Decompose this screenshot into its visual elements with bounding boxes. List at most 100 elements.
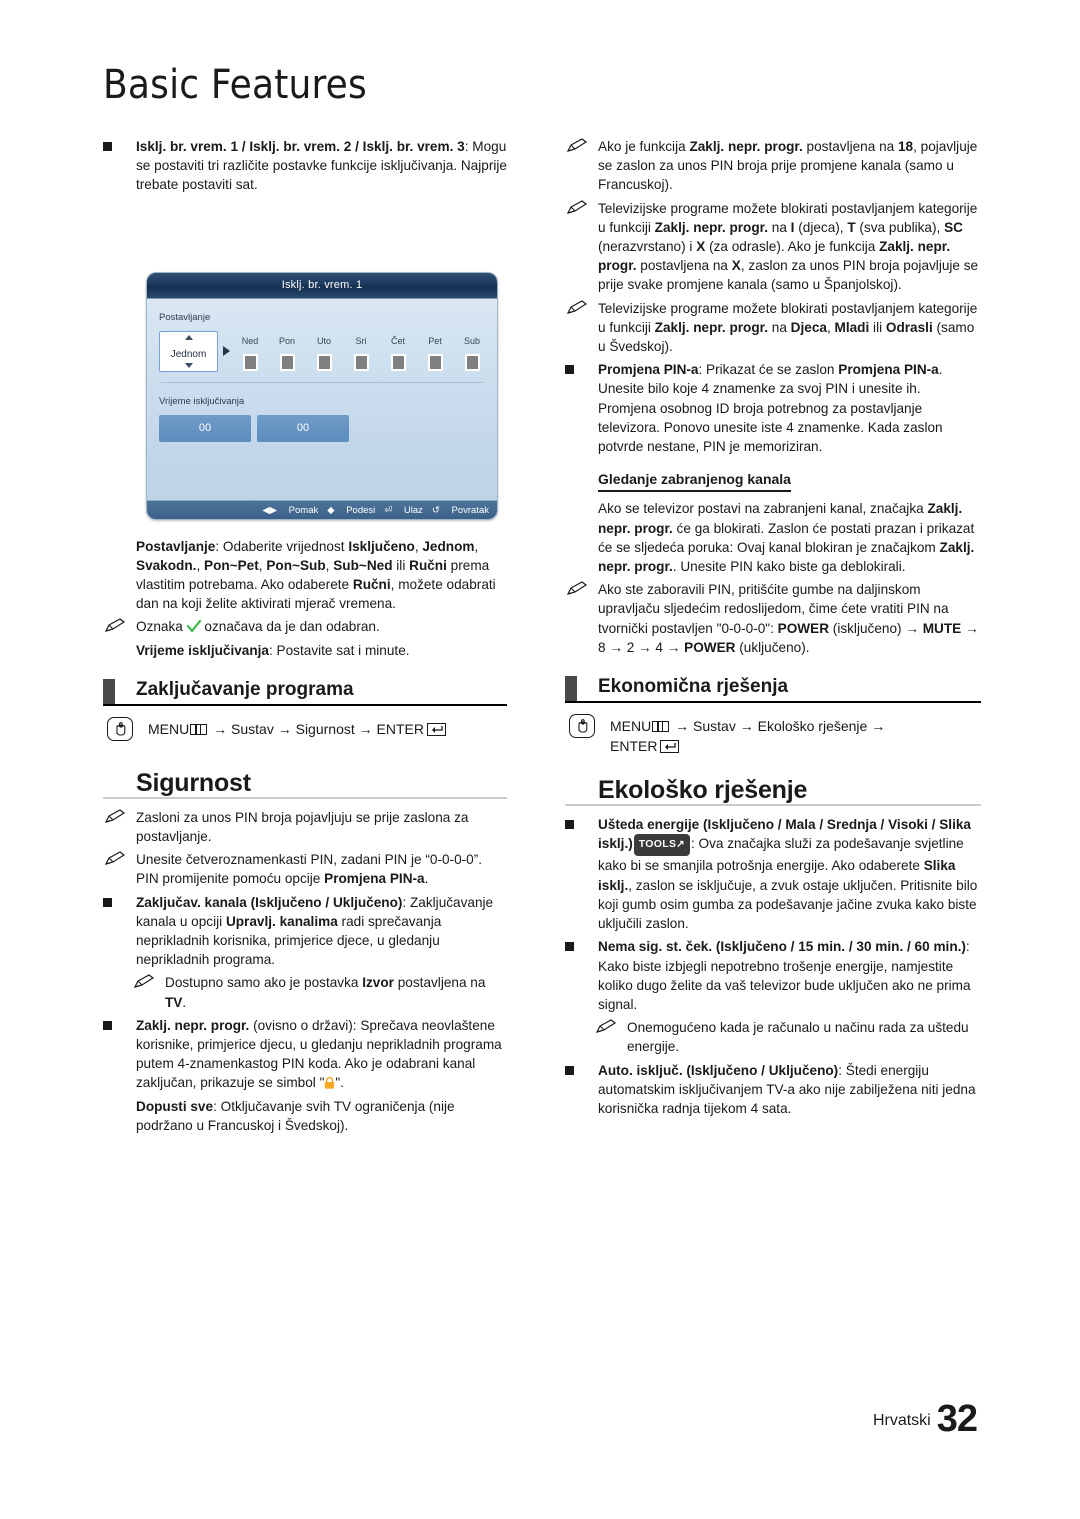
term: Zaklj. nepr. progr.: [136, 1017, 250, 1033]
right-column: Ako je funkcija Zaklj. nepr. progr. post…: [565, 137, 981, 1122]
osd-day-checkbox[interactable]: [242, 353, 258, 371]
osd-day-label: Pet: [428, 335, 442, 346]
pencil-icon: [595, 1019, 617, 1034]
page-title: Basic Features: [103, 62, 367, 108]
pencil-icon: [104, 851, 126, 866]
off-timer-title-num: 3: [457, 139, 465, 154]
osd-day[interactable]: Pet: [422, 332, 448, 371]
note-izvor-tv: Dostupno samo ako je postavka Izvor post…: [103, 973, 507, 1011]
heading-sigurnost: Sigurnost: [103, 768, 507, 799]
list-item-zakljucav-kanala: Zaključav. kanala (Isključeno / Uključen…: [103, 893, 507, 970]
osd-day[interactable]: Čet: [385, 332, 411, 371]
osd-time-label: Vrijeme isključivanja: [159, 395, 245, 407]
osd-title: Isklj. br. vrem. 1: [147, 272, 497, 299]
osd-day-checkbox[interactable]: [427, 353, 443, 371]
footer-language: Hrvatski: [872, 1412, 931, 1429]
pencil-icon: [566, 581, 588, 596]
note-pin-screens: Zasloni za unos PIN broja pojavljuju se …: [103, 808, 507, 846]
list-item: Isklj. br. vrem. 1 / Isklj. br. vrem. 2 …: [103, 137, 507, 195]
heading-sigurnost-label: Sigurnost: [136, 768, 251, 797]
osd-day-label: Pon: [278, 335, 295, 346]
enter-key-icon: [660, 740, 680, 754]
check-icon: [186, 619, 201, 633]
osd-day[interactable]: Pon: [274, 332, 300, 371]
osd-day[interactable]: Sri: [348, 332, 374, 371]
osd-time-row: 00 00: [159, 415, 485, 443]
chevron-down-icon[interactable]: [184, 362, 193, 368]
osd-day[interactable]: Uto: [311, 332, 337, 371]
osd-hint-povratak: ↺ Povratak: [431, 504, 489, 516]
osd-hint-bar: ◀▶ Pomak ◆ Podesi ⏎ Ulaz ↺ Povratak: [147, 499, 497, 519]
menu-step-sigurnost: Sigurnost: [295, 720, 355, 737]
enter-label: ENTER: [376, 720, 424, 737]
chevron-up-icon[interactable]: [184, 334, 193, 340]
list-item-usteda-energije: Ušteda energije (Isključeno / Mala / Sre…: [565, 815, 981, 933]
pencil-icon: [566, 199, 588, 215]
accent-bar: [565, 676, 577, 702]
page-footer: Hrvatski 32: [872, 1398, 978, 1441]
note-pc-power-save: Onemogućeno kada je računalo u načinu ra…: [565, 1018, 981, 1056]
tools-badge: TOOLS↗: [633, 834, 690, 857]
osd-screenshot-wrap: Isklj. br. vrem. 1 Postavljanje Jednom N…: [103, 199, 507, 537]
section-heading-ekonomicna: Ekonomična rješenja: [565, 675, 981, 704]
section-heading-zakljucavanje: Zaključavanje programa: [103, 678, 507, 706]
lock-icon: [324, 1075, 335, 1090]
osd-day-label: Sri: [355, 335, 367, 346]
menu-grid-icon: [190, 723, 208, 735]
tools-arrow-icon: ↗: [676, 839, 685, 851]
divider: [161, 381, 483, 383]
osd-day-list: Ned Pon Uto Sri Čet Pet Sub: [237, 332, 485, 371]
hand-touch-icon: [107, 716, 133, 741]
pencil-icon: [566, 299, 588, 315]
section-heading-label: Zaključavanje programa: [136, 678, 354, 700]
osd-day-checkbox[interactable]: [390, 353, 406, 371]
note-categories-es: Televizijske programe možete blokirati p…: [565, 199, 981, 295]
vrijeme-paragraph: Vrijeme isključivanja: Postavite sat i m…: [136, 642, 410, 658]
pencil-icon: [104, 618, 126, 633]
osd-day[interactable]: Sub: [459, 332, 485, 371]
list-item-nema-signala: Nema sig. st. ček. (Isključeno / 15 min.…: [565, 937, 981, 1014]
osd-day-checkbox[interactable]: [316, 353, 332, 371]
osd-day-checkbox[interactable]: [464, 353, 480, 371]
pencil-icon: [104, 809, 126, 824]
footer-page-number: 32: [936, 1398, 978, 1440]
osd-setting-spinner[interactable]: Jednom: [159, 330, 218, 372]
osd-screenshot: Isklj. br. vrem. 1 Postavljanje Jednom N…: [146, 271, 498, 520]
enter-label: ENTER: [610, 738, 658, 755]
pencil-icon: [133, 974, 155, 989]
menu-grid-icon: [652, 721, 670, 733]
osd-day-checkbox[interactable]: [279, 353, 295, 371]
menu-path-ekolosko: MENU → Sustav → Ekološko rješenje → ENTE…: [565, 714, 981, 756]
hand-touch-icon: [569, 714, 595, 739]
power-button-label: POWER: [777, 620, 830, 636]
note-forgot-pin: Ako ste zaboravili PIN, pritišćite gumbe…: [565, 580, 981, 657]
pencil-icon: [566, 138, 588, 153]
postavljanje-paragraph: Postavljanje: Odaberite vrijednost Isklj…: [136, 538, 496, 612]
accent-bar: [103, 678, 115, 704]
osd-hint-podesi: ◆ Podesi: [327, 504, 376, 516]
note-pin-18: Ako je funkcija Zaklj. nepr. progr. post…: [565, 137, 981, 195]
osd-day-label: Sub: [463, 335, 480, 346]
osd-day-label: Ned: [241, 335, 259, 346]
osd-day-checkbox[interactable]: [353, 353, 369, 371]
list-item-auto-iskljuc: Auto. isključ. (Isključeno / Uključeno):…: [565, 1061, 981, 1119]
osd-setting-row: Jednom Ned Pon Uto Sri Čet Pet Sub: [159, 330, 485, 372]
arrow-right-icon: [223, 346, 230, 357]
note-default-pin: Unesite četveroznamenkasti PIN, zadani P…: [103, 850, 507, 888]
sub-heading-wrap: Gledanje zabranjenog kanala: [565, 460, 981, 499]
osd-day-label: Čet: [390, 335, 405, 346]
osd-hour-field[interactable]: 00: [159, 415, 251, 443]
postavljanje-term: Postavljanje: [136, 538, 216, 554]
menu-step-ekolosko: Ekološko rješenje: [757, 718, 868, 735]
paragraph-blocked-channel: Ako se televizor postavi na zabranjeni k…: [598, 501, 975, 575]
section-heading-label: Ekonomična rješenja: [598, 676, 789, 698]
sub-heading-gledanje: Gledanje zabranjenog kanala: [598, 470, 791, 493]
osd-hint-ulaz: ⏎ Ulaz: [384, 504, 423, 516]
osd-day[interactable]: Ned: [237, 332, 263, 371]
osd-setting-value: Jednom: [170, 348, 207, 360]
menu-step-sustav: Sustav: [693, 718, 736, 735]
heading-ekolosko-label: Ekološko rješenje: [598, 776, 808, 805]
osd-minute-field[interactable]: 00: [257, 415, 349, 443]
list-item-zaklj-nepr-progr: Zaklj. nepr. progr. (ovisno o državi): S…: [103, 1016, 507, 1093]
osd-setting-label: Postavljanje: [159, 311, 211, 323]
